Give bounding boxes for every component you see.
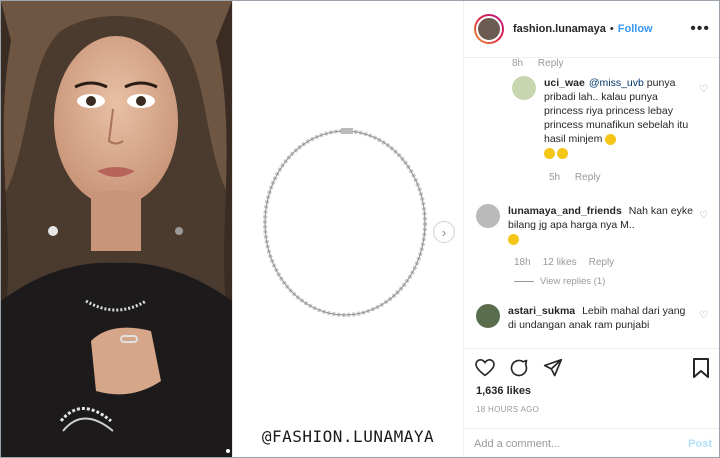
watermark-text: @FASHION.LUNAMAYA	[261, 427, 435, 446]
necklace-illustration	[263, 128, 427, 317]
comment-username[interactable]: astari_sukma	[508, 305, 575, 317]
post-media[interactable]: @FASHION.LUNAMAYA ›	[1, 1, 463, 457]
like-comment-heart-icon[interactable]: ♡	[699, 310, 708, 321]
comment-meta: 18h 12 likes Reply	[514, 257, 626, 268]
laughing-emoji-icon	[508, 233, 519, 245]
comment-likes[interactable]: 12 likes	[543, 257, 577, 268]
bookmark-icon[interactable]	[690, 357, 712, 379]
comment-item: astari_sukma Lebih mahal dari yang di un…	[476, 304, 693, 332]
comment-item: lunamaya_and_friends Nah kan eyke bilang…	[476, 204, 693, 246]
post-side-panel: fashion.lunamaya • Follow ••• 8h Reply u…	[463, 1, 719, 457]
post-header: fashion.lunamaya • Follow •••	[464, 1, 719, 58]
profile-avatar-ring[interactable]	[474, 14, 504, 44]
like-heart-icon[interactable]	[474, 357, 496, 379]
comment-time: 8h	[512, 58, 524, 69]
portrait-illustration	[1, 1, 232, 457]
comment-body: uci_wae @miss_uvb punya pribadi lah.. kal…	[544, 76, 694, 160]
comment-mention[interactable]: @miss_uvb	[589, 77, 644, 89]
comment-meta: 8h Reply	[512, 58, 575, 69]
comment-composer: Post	[464, 428, 719, 457]
action-icons	[474, 357, 564, 379]
comment-meta: 5h Reply	[549, 172, 612, 183]
commenter-avatar[interactable]	[476, 204, 500, 228]
necklace-collage: @FASHION.LUNAMAYA	[232, 1, 463, 457]
likes-count[interactable]: 1,636 likes	[476, 385, 531, 397]
laughing-emoji-icon	[544, 147, 555, 159]
post-timestamp: 18 HOURS AGO	[476, 405, 540, 414]
reply-button[interactable]: Reply	[575, 172, 601, 183]
comments-list[interactable]: 8h Reply uci_wae @miss_uvb punya pribadi …	[464, 58, 719, 348]
like-comment-heart-icon[interactable]: ♡	[699, 210, 708, 221]
view-replies-button[interactable]: View replies (1)	[514, 276, 605, 287]
instagram-post-window: @FASHION.LUNAMAYA › fashion.lunamaya • F…	[0, 0, 720, 458]
commenter-avatar[interactable]	[476, 304, 500, 328]
post-comment-button[interactable]: Post	[688, 438, 712, 450]
add-comment-input[interactable]	[474, 438, 689, 450]
laughing-emoji-icon	[557, 147, 568, 159]
comment-item: uci_wae @miss_uvb punya pribadi lah.. kal…	[512, 76, 694, 160]
view-replies-label: View replies (1)	[540, 276, 606, 287]
comment-username[interactable]: uci_wae	[544, 77, 585, 89]
carousel-dot	[226, 449, 230, 453]
more-options-icon[interactable]: •••	[690, 20, 710, 38]
follow-button[interactable]: Follow	[618, 23, 653, 35]
comment-time: 5h	[549, 172, 561, 183]
reply-button[interactable]: Reply	[589, 257, 615, 268]
post-actions: 1,636 likes 18 HOURS AGO	[464, 348, 719, 428]
comment-time: 18h	[514, 257, 531, 268]
comment-username[interactable]: lunamaya_and_friends	[508, 205, 622, 217]
comment-bubble-icon[interactable]	[508, 357, 530, 379]
reply-button[interactable]: Reply	[538, 58, 564, 69]
portrait-photo	[1, 1, 232, 457]
laughing-emoji-icon	[605, 133, 617, 145]
profile-avatar	[476, 16, 502, 42]
header-username[interactable]: fashion.lunamaya	[513, 23, 606, 35]
comment-body: astari_sukma Lebih mahal dari yang di un…	[508, 304, 693, 332]
comment-body: lunamaya_and_friends Nah kan eyke bilang…	[508, 204, 693, 246]
like-comment-heart-icon[interactable]: ♡	[699, 84, 708, 95]
share-plane-icon[interactable]	[542, 357, 564, 379]
view-replies-line	[514, 281, 534, 282]
next-image-button[interactable]: ›	[433, 221, 455, 243]
commenter-avatar[interactable]	[512, 76, 536, 100]
header-separator: •	[609, 23, 614, 35]
